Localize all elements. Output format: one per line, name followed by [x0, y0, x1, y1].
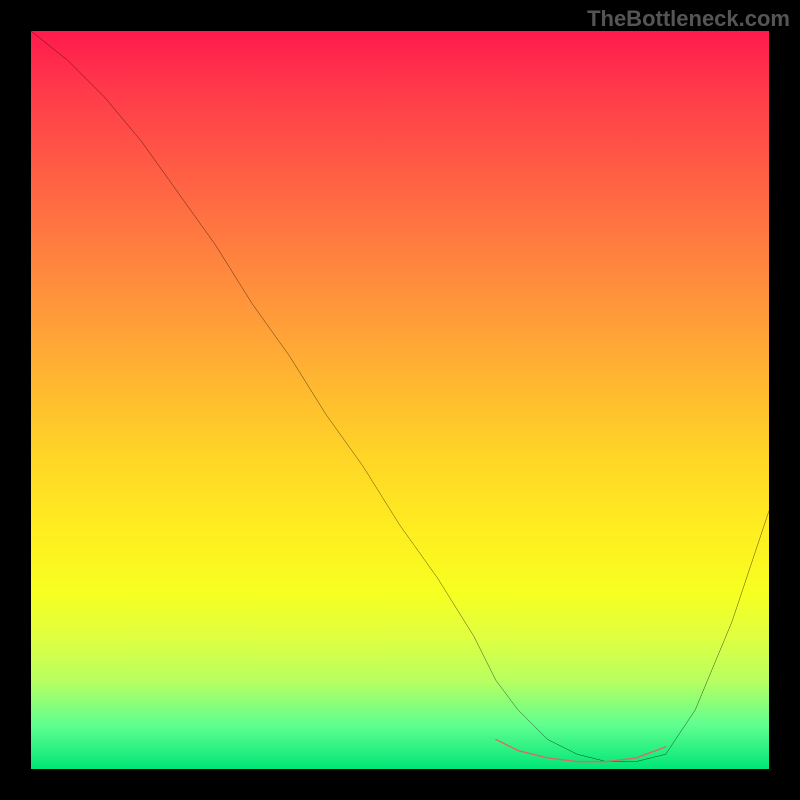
chart-svg [31, 31, 769, 769]
watermark-text: TheBottleneck.com [587, 6, 790, 32]
optimal-range-marker-line [496, 739, 666, 761]
chart-plot-area [31, 31, 769, 769]
bottleneck-curve-line [31, 31, 769, 762]
